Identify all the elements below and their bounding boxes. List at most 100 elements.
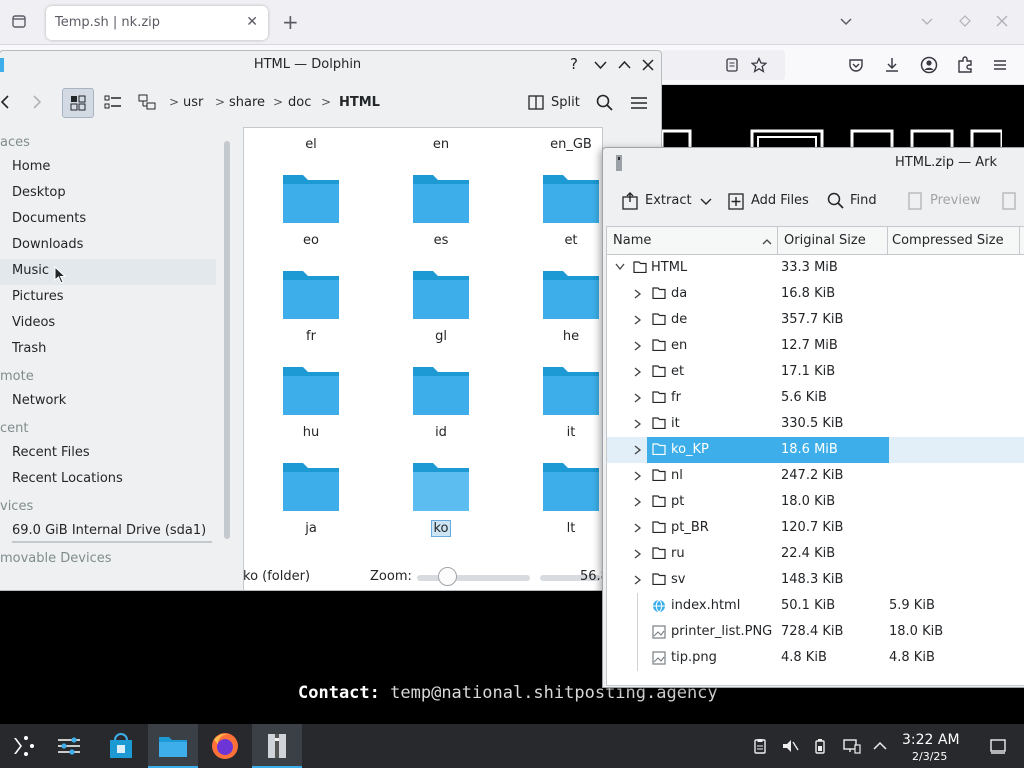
folder-item[interactable]: he <box>516 262 602 348</box>
icons-view-button[interactable] <box>62 88 94 118</box>
archive-row[interactable]: pt_BR 120.7 KiB <box>607 515 1024 541</box>
column-divider[interactable] <box>887 227 888 255</box>
zoom-slider-handle[interactable] <box>438 567 457 586</box>
tray-expander-chevron-icon[interactable] <box>873 741 887 751</box>
menu-hamburger-icon[interactable] <box>630 95 648 111</box>
clock-time[interactable]: 3:22 AM <box>902 732 960 748</box>
preview-button[interactable]: Preview <box>930 193 981 208</box>
folder-item[interactable]: fr <box>256 262 366 348</box>
ark-titlebar[interactable]: HTML.zip — Ark <box>603 148 1024 180</box>
expand-chevron-icon[interactable] <box>634 393 642 403</box>
expand-chevron-icon[interactable] <box>634 575 642 585</box>
extensions-icon[interactable] <box>956 56 974 74</box>
folder-item[interactable]: lt <box>516 454 602 540</box>
expand-chevron-icon[interactable] <box>634 315 642 325</box>
add-files-button[interactable]: Add Files <box>751 193 809 208</box>
minimize-icon[interactable] <box>920 14 934 28</box>
column-name[interactable]: Name <box>613 233 651 248</box>
archive-row[interactable]: HTML 33.3 MiB <box>607 255 1024 281</box>
expand-chevron-icon[interactable] <box>634 419 642 429</box>
search-icon[interactable] <box>827 192 845 210</box>
close-tab-icon[interactable]: ✕ <box>246 14 258 30</box>
tab-list-icon[interactable] <box>11 13 27 29</box>
ark-taskbar-button[interactable] <box>252 724 302 768</box>
extract-icon[interactable] <box>621 192 639 210</box>
folder-item[interactable]: en <box>386 128 496 156</box>
expand-chevron-icon[interactable] <box>634 523 642 533</box>
folder-item[interactable]: el <box>256 128 366 156</box>
places-item[interactable]: Trash <box>0 337 216 363</box>
dolphin-titlebar[interactable]: HTML — Dolphin ? <box>0 51 661 79</box>
places-item[interactable]: Home <box>0 155 216 181</box>
folder-item[interactable]: hu <box>256 358 366 444</box>
breadcrumb-html[interactable]: HTML <box>339 95 380 110</box>
application-launcher-button[interactable] <box>0 724 50 768</box>
forward-icon[interactable] <box>32 94 42 110</box>
pocket-icon[interactable] <box>848 57 864 73</box>
bookmark-star-icon[interactable] <box>751 57 767 73</box>
archive-row[interactable]: printer_list.PNG 728.4 KiB 18.0 KiB <box>607 619 1024 645</box>
breadcrumb-usr[interactable]: usr <box>183 95 203 110</box>
expand-chevron-icon[interactable] <box>634 445 642 455</box>
archive-row[interactable]: ru 22.4 KiB <box>607 541 1024 567</box>
browser-tab[interactable]: Temp.sh | nk.zip ✕ <box>46 6 268 40</box>
help-button[interactable]: ? <box>570 55 578 73</box>
url-bar[interactable] <box>660 50 785 80</box>
places-scrollbar[interactable] <box>224 141 230 539</box>
back-icon[interactable] <box>0 94 10 110</box>
places-item[interactable]: 69.0 GiB Internal Drive (sda1) <box>0 519 216 545</box>
search-icon[interactable] <box>596 94 614 112</box>
battery-icon[interactable] <box>814 738 826 754</box>
archive-row[interactable]: fr 5.6 KiB <box>607 385 1024 411</box>
maximize-icon[interactable] <box>958 14 972 28</box>
folder-item[interactable]: en_GB <box>516 128 602 156</box>
chevron-down-icon[interactable] <box>838 14 854 30</box>
column-divider[interactable] <box>1019 227 1020 255</box>
folder-item[interactable]: et <box>516 166 602 252</box>
places-item[interactable]: Desktop <box>0 181 216 207</box>
places-item[interactable]: Videos <box>0 311 216 337</box>
reader-view-icon[interactable] <box>724 57 740 73</box>
breadcrumb-share[interactable]: share <box>229 95 265 110</box>
archive-row[interactable]: pt 18.0 KiB <box>607 489 1024 515</box>
close-window-icon[interactable] <box>995 14 1009 28</box>
places-item[interactable]: Music <box>0 259 216 285</box>
expand-chevron-icon[interactable] <box>634 289 642 299</box>
discover-store-button[interactable] <box>96 724 146 768</box>
details-view-icon[interactable] <box>138 94 156 110</box>
column-compressed-size[interactable]: Compressed Size <box>892 233 1004 248</box>
extract-menu-chevron-icon[interactable] <box>700 198 712 206</box>
places-item[interactable]: Network <box>0 389 216 415</box>
menu-hamburger-icon[interactable] <box>992 57 1008 73</box>
find-button[interactable]: Find <box>850 193 877 208</box>
places-item[interactable]: Documents <box>0 207 216 233</box>
firefox-taskbar-button[interactable] <box>200 724 250 768</box>
expand-chevron-icon[interactable] <box>634 497 642 507</box>
close-icon[interactable] <box>642 59 654 71</box>
column-original-size[interactable]: Original Size <box>784 233 866 248</box>
column-divider[interactable] <box>777 227 778 255</box>
archive-row[interactable]: tip.png 4.8 KiB 4.8 KiB <box>607 645 1024 671</box>
volume-muted-icon[interactable] <box>781 738 799 754</box>
archive-row[interactable]: ko_KP 18.6 MiB <box>607 437 1024 463</box>
clipboard-icon[interactable] <box>752 738 768 754</box>
extract-button[interactable]: Extract <box>645 193 692 208</box>
archive-row[interactable]: nl 247.2 KiB <box>607 463 1024 489</box>
folder-item[interactable]: id <box>386 358 496 444</box>
clock-date[interactable]: 2/3/25 <box>912 750 947 763</box>
show-desktop-icon[interactable] <box>990 738 1006 754</box>
split-view-icon[interactable] <box>528 95 544 110</box>
archive-row[interactable]: it 330.5 KiB <box>607 411 1024 437</box>
account-icon[interactable] <box>920 56 938 74</box>
breadcrumb-doc[interactable]: doc <box>288 95 311 110</box>
archive-row[interactable]: sv 148.3 KiB <box>607 567 1024 593</box>
expand-chevron-icon[interactable] <box>634 341 642 351</box>
places-item[interactable]: Pictures <box>0 285 216 311</box>
folder-item[interactable]: it <box>516 358 602 444</box>
places-item[interactable]: Recent Files <box>0 441 216 467</box>
maximize-icon[interactable] <box>618 59 631 71</box>
archive-row[interactable]: en 12.7 MiB <box>607 333 1024 359</box>
archive-row[interactable]: da 16.8 KiB <box>607 281 1024 307</box>
folder-item[interactable]: ko <box>386 454 496 540</box>
new-tab-button[interactable]: + <box>282 10 299 34</box>
